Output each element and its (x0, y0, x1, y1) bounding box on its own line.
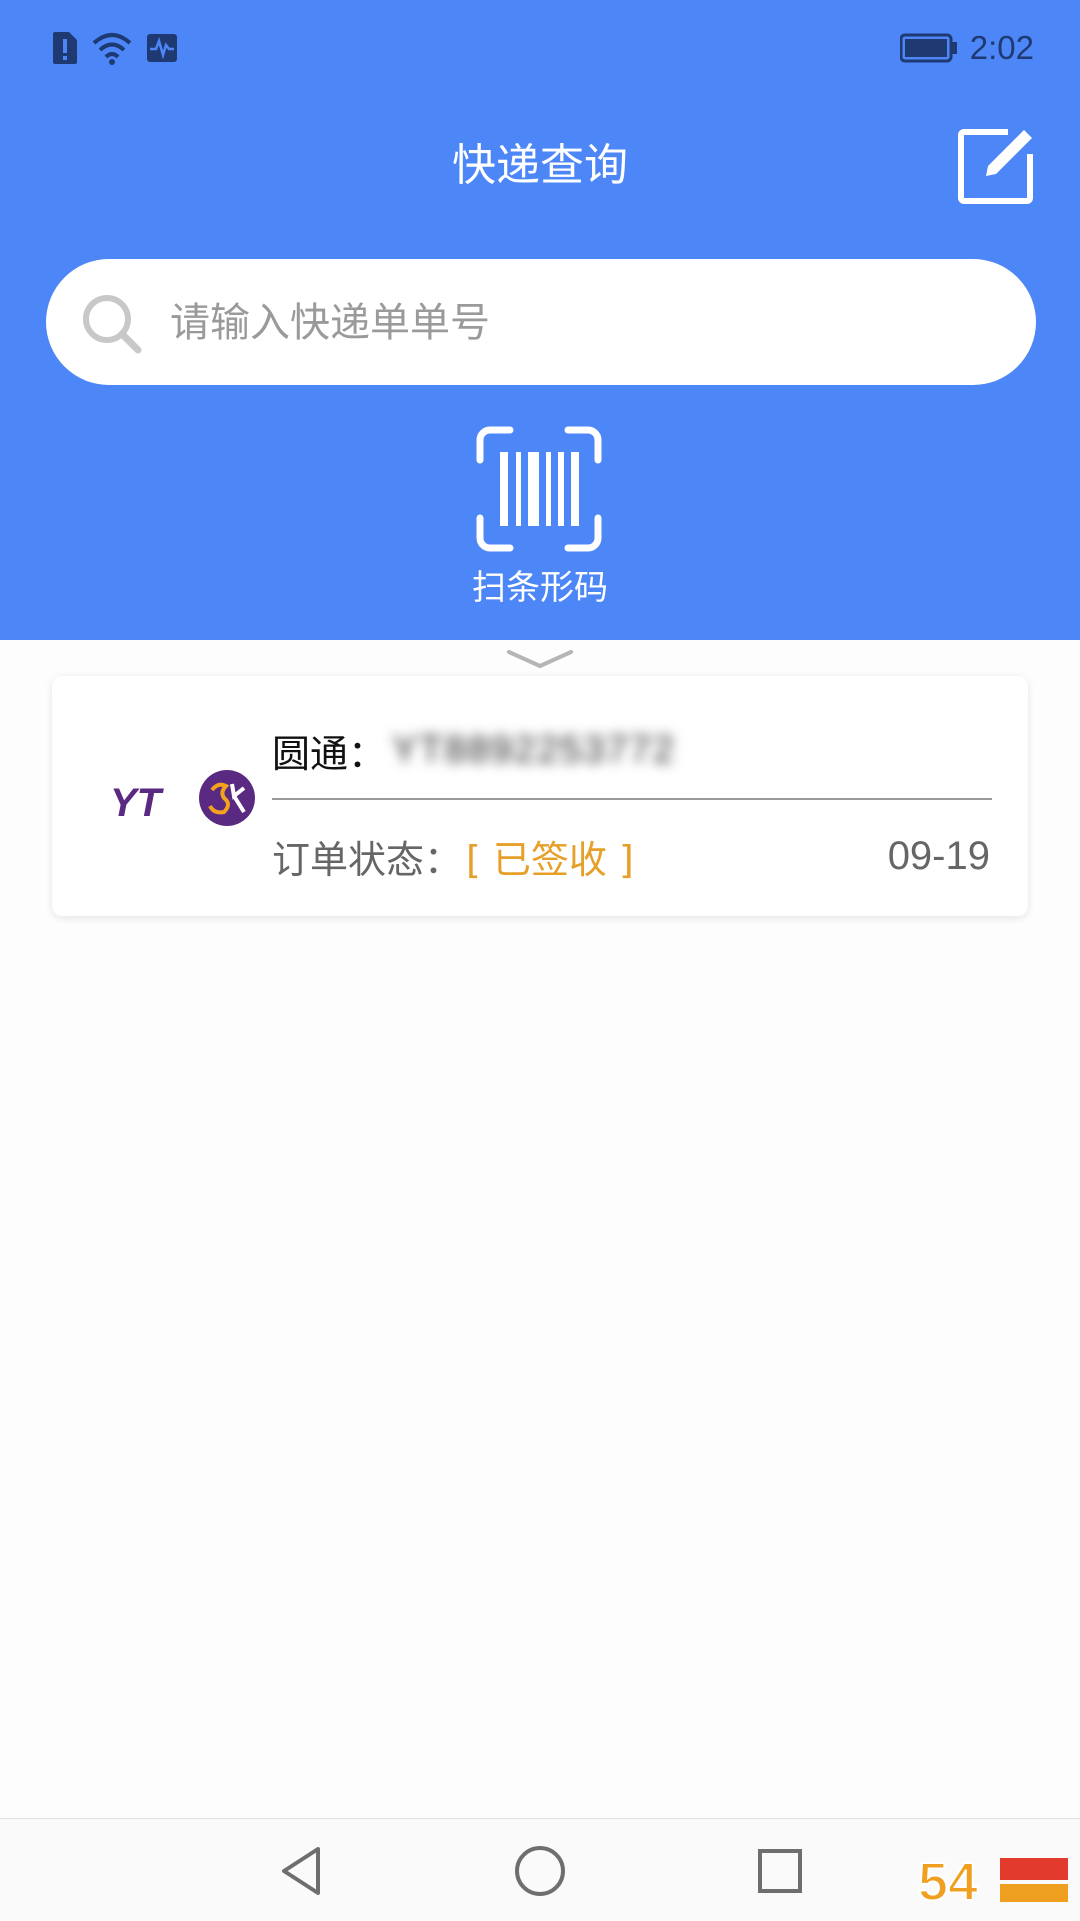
search-icon (83, 295, 142, 354)
svg-text:YT: YT (110, 781, 165, 825)
home-circle-icon[interactable] (512, 1843, 568, 1899)
page-title: 快递查询 (452, 140, 628, 191)
activity-monitor-icon (147, 34, 177, 62)
status-time: 2:02 (969, 29, 1034, 66)
chevron-down-icon[interactable] (505, 648, 575, 672)
divider (272, 798, 992, 800)
svg-text:54: 54 (918, 1852, 978, 1912)
back-triangle-icon[interactable] (274, 1843, 330, 1899)
order-card[interactable]: YT 圆通 ： YT8892253772 订单状态： [ 已签收 ] 09-19 (52, 676, 1028, 916)
order-date: 09-19 (887, 834, 990, 878)
tracking-number: YT8892253772 (392, 728, 676, 771)
carrier-name: 圆通 (272, 731, 349, 776)
status-bar-icons (52, 30, 178, 66)
wifi-icon (92, 33, 132, 65)
order-status-label: 订单状态： (272, 837, 463, 882)
order-status-value: [ 已签收 ] (466, 837, 634, 882)
barcode-scan-icon[interactable] (474, 424, 604, 554)
carrier-separator: ： (348, 731, 387, 776)
compose-icon[interactable] (958, 128, 1034, 204)
carrier-row: 圆通 ： YT8892253772 (272, 722, 676, 778)
tracking-number-input[interactable] (168, 284, 992, 362)
site-watermark: 54 (917, 1851, 1068, 1913)
sim-alert-icon (53, 32, 77, 64)
yto-logo: YT (110, 770, 255, 826)
battery-icon (899, 33, 957, 63)
recents-square-icon[interactable] (752, 1843, 808, 1899)
scan-barcode-label[interactable]: 扫条形码 (0, 566, 1080, 610)
status-row: 订单状态： [ 已签收 ] (272, 826, 634, 886)
status-bar-right: 2:02 (899, 22, 1034, 74)
